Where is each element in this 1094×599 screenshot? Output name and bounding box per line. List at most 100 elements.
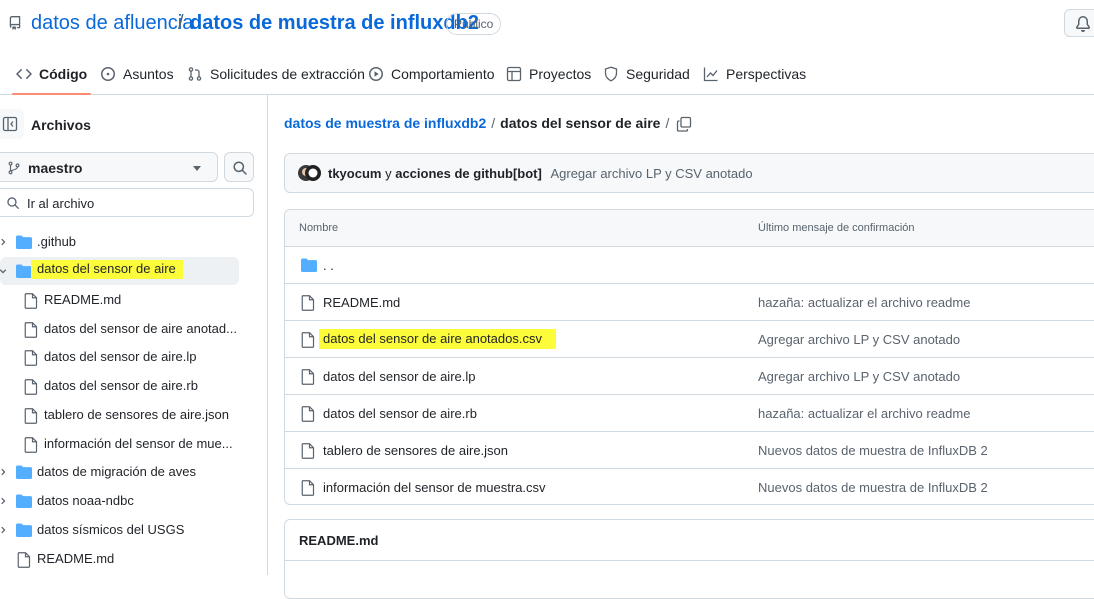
branch-selector[interactable]: maestro — [0, 152, 218, 182]
go-to-file-field — [0, 188, 254, 217]
tree-folder-github[interactable]: .github — [0, 228, 239, 256]
tab-code[interactable]: Código — [11, 64, 92, 95]
search-icon — [7, 197, 19, 209]
repo-owner-link[interactable]: datos de afluencia — [31, 12, 193, 35]
commit-message-link[interactable]: hazaña: actualizar el archivo readme — [758, 295, 970, 310]
file-icon — [17, 552, 31, 568]
tree-file-annotated-csv[interactable]: datos del sensor de aire anotad... — [0, 315, 239, 343]
breadcrumb: datos de muestra de influxdb2 / datos de… — [284, 115, 669, 131]
tab-projects[interactable]: Proyectos — [506, 64, 591, 84]
column-header-commit-message: Último mensaje de confirmación — [758, 222, 915, 234]
table-row[interactable]: información del sensor de muestra.csv Nu… — [285, 469, 1094, 504]
search-code-button[interactable] — [224, 152, 254, 182]
file-name-link[interactable]: información del sensor de muestra.csv — [323, 480, 546, 495]
sidebar-title: Archivos — [31, 117, 91, 133]
go-to-file-input[interactable] — [27, 193, 237, 213]
parent-directory-label: . . — [323, 258, 334, 273]
git-branch-icon — [8, 161, 20, 175]
tab-issues-label: Asuntos — [123, 66, 174, 82]
repo-path-separator: / — [178, 12, 184, 34]
notifications-button[interactable] — [1064, 9, 1094, 37]
table-row[interactable]: tablero de sensores de aire.json Nuevos … — [285, 432, 1094, 469]
tree-folder-air-sensor-data[interactable]: datos del sensor de aire — [0, 257, 239, 285]
tab-projects-label: Proyectos — [529, 66, 592, 82]
repo-tabs: Código Asuntos Solicitudes de extracción… — [0, 50, 1094, 95]
copy-path-icon[interactable] — [676, 116, 692, 132]
tree-item-label: README.md — [44, 292, 122, 307]
file-icon — [24, 350, 38, 366]
breadcrumb-root-link[interactable]: datos de muestra de influxdb2 — [284, 115, 486, 131]
visibility-badge: Público — [446, 13, 502, 35]
table-header: Nombre Último mensaje de confirmación — [285, 210, 1094, 247]
readme-divider — [285, 560, 1094, 561]
file-name-link[interactable]: datos del sensor de aire.rb — [323, 406, 477, 421]
commit-author-link[interactable]: tkyocum — [328, 166, 381, 181]
git-pull-request-icon — [188, 67, 202, 81]
commit-message-link[interactable]: Agregar archivo LP y CSV anotado — [758, 369, 960, 384]
tree-item-label: tablero de sensores de aire.json — [44, 407, 230, 422]
issue-opened-icon — [101, 67, 115, 81]
file-name-link[interactable]: tablero de sensores de aire.json — [323, 443, 508, 458]
file-name-link[interactable]: datos del sensor de aire.lp — [323, 369, 475, 384]
commit-message-link[interactable]: Nuevos datos de muestra de InfluxDB 2 — [758, 480, 988, 495]
tree-file-root-readme[interactable]: README.md — [0, 545, 239, 573]
tab-actions[interactable]: Comportamiento — [368, 64, 495, 84]
commit-message-link[interactable]: hazaña: actualizar el archivo readme — [758, 406, 970, 421]
tree-folder-usgs[interactable]: datos sísmicos del USGS — [0, 516, 239, 544]
tree-file-readme[interactable]: README.md — [0, 286, 239, 314]
file-icon — [24, 322, 38, 338]
breadcrumb-trailing-separator: / — [665, 115, 670, 131]
collapse-sidebar-button[interactable] — [0, 109, 24, 139]
chevron-right-icon — [1, 468, 6, 476]
file-listing-table: Nombre Último mensaje de confirmación . … — [284, 209, 1094, 505]
breadcrumb-separator: / — [491, 115, 496, 131]
tab-insights[interactable]: Perspectivas — [703, 64, 806, 84]
tree-item-label: datos de migración de aves — [37, 464, 196, 479]
branch-name: maestro — [28, 160, 83, 176]
file-icon — [301, 295, 315, 311]
tree-file-rb[interactable]: datos del sensor de aire.rb — [0, 372, 239, 400]
tree-file-json[interactable]: tablero de sensores de aire.json — [0, 401, 239, 429]
folder-icon — [301, 258, 317, 272]
tree-folder-bird-migration[interactable]: datos de migración de aves — [0, 458, 239, 486]
parent-directory-row[interactable]: . . — [285, 247, 1094, 284]
table-row[interactable]: datos del sensor de aire.lp Agregar arch… — [285, 358, 1094, 395]
commit-message-link[interactable]: Nuevos datos de muestra de InfluxDB 2 — [758, 443, 988, 458]
tree-item-label: datos del sensor de aire.rb — [44, 378, 198, 393]
file-name-link[interactable]: README.md — [323, 295, 400, 310]
sidebar-collapse-icon — [2, 116, 18, 132]
tree-item-label: datos del sensor de aire.lp — [44, 349, 197, 364]
chevron-down-icon — [0, 269, 7, 274]
folder-icon — [16, 494, 32, 508]
repo-name-link[interactable]: datos de muestra de influxdb2 — [190, 12, 479, 35]
tree-folder-noaa-ndbc[interactable]: datos noaa-ndbc — [0, 487, 239, 515]
tab-insights-label: Perspectivas — [726, 66, 807, 82]
shield-icon — [604, 66, 618, 82]
tree-file-sensor-info[interactable]: información del sensor de mue... — [0, 430, 239, 458]
table-icon — [506, 66, 522, 82]
tab-security[interactable]: Seguridad — [603, 64, 690, 84]
commit-coauthor-link[interactable]: acciones de github[bot] — [395, 166, 542, 181]
table-row[interactable]: README.md hazaña: actualizar el archivo … — [285, 284, 1094, 321]
folder-icon — [16, 235, 32, 249]
folder-open-icon — [16, 264, 32, 278]
tab-pull-requests-label: Solicitudes de extracción — [210, 66, 365, 82]
tab-issues[interactable]: Asuntos — [100, 64, 174, 84]
play-icon — [369, 67, 383, 81]
file-name-link[interactable]: datos del sensor de aire anotados.csv — [319, 329, 556, 349]
tree-item-label: README.md — [37, 551, 115, 566]
tree-file-lp[interactable]: datos del sensor de aire.lp — [0, 343, 239, 371]
file-icon — [301, 406, 315, 422]
avatar[interactable] — [298, 164, 321, 182]
file-icon — [24, 293, 38, 309]
commit-message-link[interactable]: Agregar archivo LP y CSV anotado — [758, 332, 960, 347]
column-header-name: Nombre — [299, 222, 339, 234]
tab-pull-requests[interactable]: Solicitudes de extracción — [187, 64, 365, 84]
graph-icon — [703, 67, 718, 82]
readme-panel: README.md — [284, 519, 1094, 599]
commit-message-link[interactable]: Agregar archivo LP y CSV anotado — [550, 166, 752, 181]
file-icon — [301, 480, 315, 496]
table-row[interactable]: datos del sensor de aire anotados.csv Ag… — [285, 321, 1094, 358]
file-icon — [301, 332, 315, 348]
table-row[interactable]: datos del sensor de aire.rb hazaña: actu… — [285, 395, 1094, 432]
